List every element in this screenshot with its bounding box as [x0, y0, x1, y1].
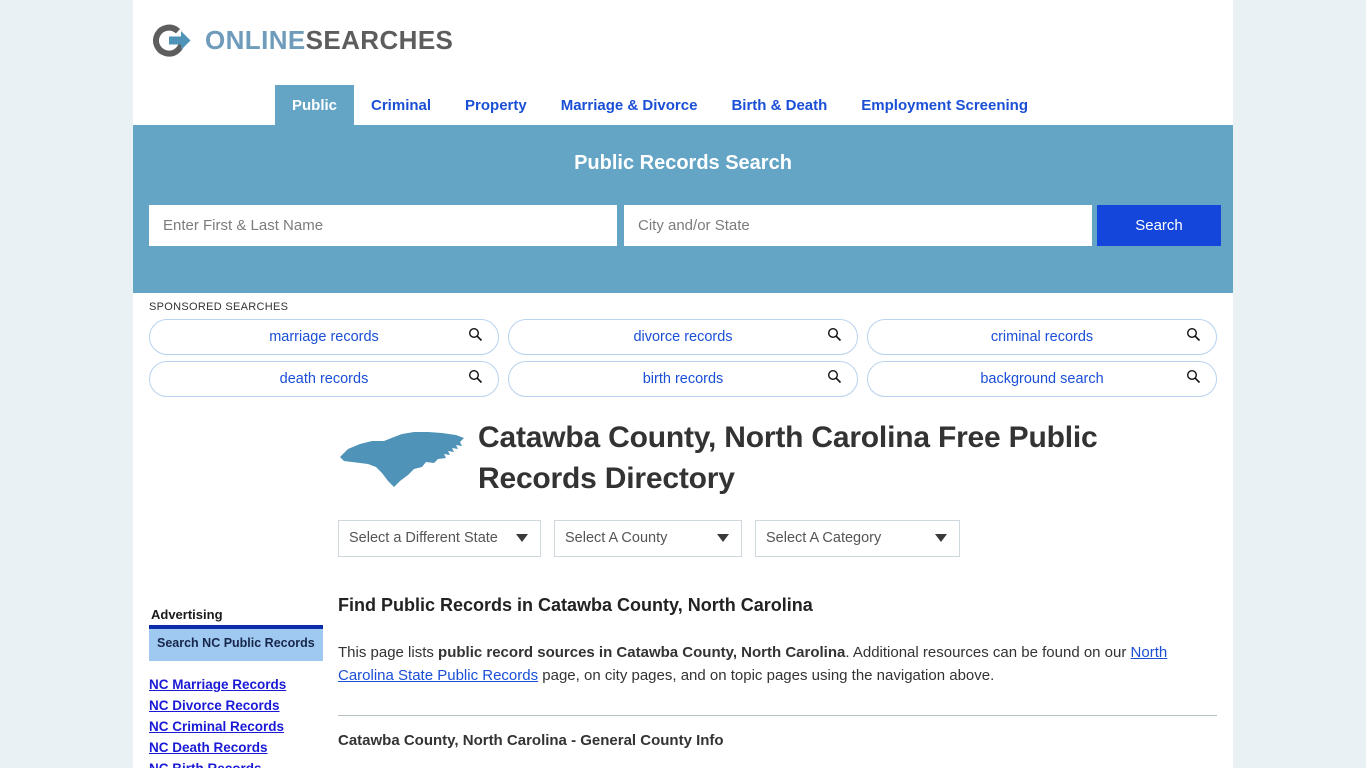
- sponsored-pill-label: criminal records: [990, 329, 1094, 345]
- magnifier-icon: [468, 327, 483, 347]
- main-content: Advertising Search NC Public Records NC …: [133, 403, 1233, 768]
- sponsored-pill-criminal-records[interactable]: criminal records: [867, 319, 1217, 355]
- logo-wordmark: ONLINESEARCHES: [205, 25, 453, 56]
- sponsored-pill-marriage-records[interactable]: marriage records: [149, 319, 499, 355]
- magnifier-icon: [827, 369, 842, 389]
- county-select-label: Select A County: [565, 530, 668, 547]
- page-root: ONLINESEARCHES Public Criminal Property …: [0, 0, 1366, 768]
- paragraph-part-1: This page lists: [338, 643, 439, 661]
- intro-paragraph: This page lists public record sources in…: [338, 641, 1217, 688]
- sponsored-pill-label: background search: [980, 371, 1104, 387]
- sidebar-links: NC Marriage Records NC Divorce Records N…: [149, 677, 323, 768]
- page-title-block: Catawba County, North Carolina Free Publ…: [338, 417, 1217, 500]
- paragraph-bold-1: public record sources in Catawba County,…: [438, 643, 846, 661]
- chevron-down-icon: [516, 534, 528, 543]
- sidebar-link-nc-criminal-records[interactable]: NC Criminal Records: [149, 719, 323, 734]
- north-carolina-state-map-icon: [338, 417, 478, 496]
- circle-arrow-icon: [149, 17, 196, 64]
- banner-title: Public Records Search: [574, 152, 792, 174]
- sidebar-link-nc-birth-records[interactable]: NC Birth Records: [149, 761, 323, 768]
- public-records-search-banner: Public Records Search Search: [133, 128, 1233, 293]
- county-select-dropdown[interactable]: Select A County: [554, 519, 742, 557]
- section-divider: [338, 715, 1217, 717]
- sponsored-row-1: marriage records divorce records crimina…: [149, 319, 1217, 355]
- sidebar-link-nc-divorce-records[interactable]: NC Divorce Records: [149, 698, 323, 713]
- paragraph-part-3: page, on city pages, and on topic pages …: [538, 667, 995, 685]
- sponsored-pill-birth-records[interactable]: birth records: [508, 361, 858, 397]
- general-county-info-heading: Catawba County, North Carolina - General…: [338, 732, 724, 750]
- sponsored-pill-death-records[interactable]: death records: [149, 361, 499, 397]
- sponsored-searches-section: SPONSORED SEARCHES marriage records divo…: [133, 293, 1233, 397]
- sponsored-pill-label: marriage records: [269, 329, 379, 345]
- main-column: Catawba County, North Carolina Free Publ…: [323, 417, 1217, 768]
- tab-marriage-divorce[interactable]: Marriage & Divorce: [544, 85, 715, 125]
- site-logo[interactable]: ONLINESEARCHES: [149, 14, 1233, 66]
- category-select-label: Select A Category: [766, 530, 882, 547]
- magnifier-icon: [1186, 327, 1201, 347]
- search-form: Search: [149, 205, 1221, 246]
- chevron-down-icon: [935, 534, 947, 543]
- location-search-input[interactable]: [624, 205, 1092, 246]
- logo-text-online: ONLINE: [205, 24, 306, 55]
- sponsored-pill-label: death records: [279, 371, 369, 387]
- magnifier-icon: [468, 369, 483, 389]
- advertising-label: Advertising: [151, 607, 223, 622]
- tab-birth-death[interactable]: Birth & Death: [714, 85, 844, 125]
- sponsored-pill-background-search[interactable]: background search: [867, 361, 1217, 397]
- sponsored-searches-label: SPONSORED SEARCHES: [149, 301, 289, 313]
- ad-search-nc-public-records[interactable]: Search NC Public Records: [149, 629, 323, 661]
- main-navigation: Public Criminal Property Marriage & Divo…: [133, 85, 1233, 128]
- sidebar-link-nc-marriage-records[interactable]: NC Marriage Records: [149, 677, 323, 692]
- chevron-down-icon: [717, 534, 729, 543]
- sponsored-pill-divorce-records[interactable]: divorce records: [508, 319, 858, 355]
- section-heading: Find Public Records in Catawba County, N…: [338, 594, 813, 615]
- filter-dropdowns: Select a Different State Select A County…: [338, 519, 1217, 557]
- magnifier-icon: [1186, 369, 1201, 389]
- tab-public[interactable]: Public: [275, 85, 355, 125]
- sponsored-row-2: death records birth records background s…: [149, 361, 1217, 397]
- tab-property[interactable]: Property: [448, 85, 544, 125]
- sponsored-pill-label: birth records: [642, 371, 724, 387]
- site-header: ONLINESEARCHES: [133, 0, 1233, 85]
- paragraph-part-2: . Additional resources can be found on o…: [845, 643, 1131, 661]
- page-title: Catawba County, North Carolina Free Publ…: [478, 421, 1098, 496]
- tab-criminal[interactable]: Criminal: [354, 85, 448, 125]
- sponsored-pill-label: divorce records: [633, 329, 733, 345]
- logo-text-searches: SEARCHES: [305, 24, 454, 55]
- sidebar-link-nc-death-records[interactable]: NC Death Records: [149, 740, 323, 755]
- sidebar: Advertising Search NC Public Records NC …: [149, 417, 323, 768]
- tab-employment-screening[interactable]: Employment Screening: [844, 85, 1045, 125]
- name-search-input[interactable]: [149, 205, 617, 246]
- search-button[interactable]: Search: [1097, 205, 1221, 246]
- magnifier-icon: [827, 327, 842, 347]
- category-select-dropdown[interactable]: Select A Category: [755, 519, 960, 557]
- content-container: ONLINESEARCHES Public Criminal Property …: [133, 0, 1233, 768]
- state-select-label: Select a Different State: [349, 530, 498, 547]
- state-select-dropdown[interactable]: Select a Different State: [338, 519, 541, 557]
